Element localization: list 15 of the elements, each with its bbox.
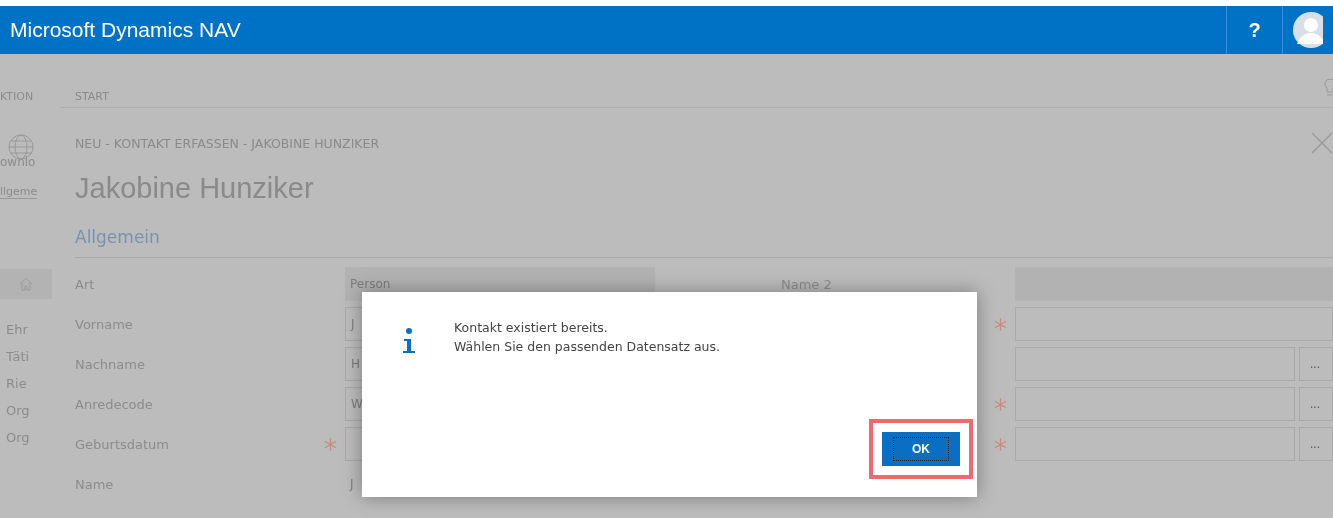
- section-title[interactable]: Allgemein: [60, 205, 1333, 247]
- dialog-message: Kontakt existiert bereits.: [454, 320, 609, 335]
- home-icon: [18, 276, 34, 292]
- field-value: J: [348, 476, 355, 493]
- dialog-message: Wählen Sie den passenden Datensatz aus.: [454, 339, 721, 354]
- home-button[interactable]: [0, 269, 52, 299]
- lookup-button[interactable]: ...: [1299, 427, 1333, 461]
- app-title: Microsoft Dynamics NAV: [9, 18, 242, 42]
- lightbulb-icon[interactable]: [1323, 77, 1333, 99]
- avatar-icon[interactable]: [1293, 12, 1323, 48]
- close-icon[interactable]: [1311, 132, 1333, 154]
- info-icon: [402, 328, 416, 354]
- lookup-button[interactable]: ...: [1299, 387, 1333, 421]
- ok-button[interactable]: OK: [882, 432, 960, 466]
- lookup-button[interactable]: ...: [1299, 347, 1333, 381]
